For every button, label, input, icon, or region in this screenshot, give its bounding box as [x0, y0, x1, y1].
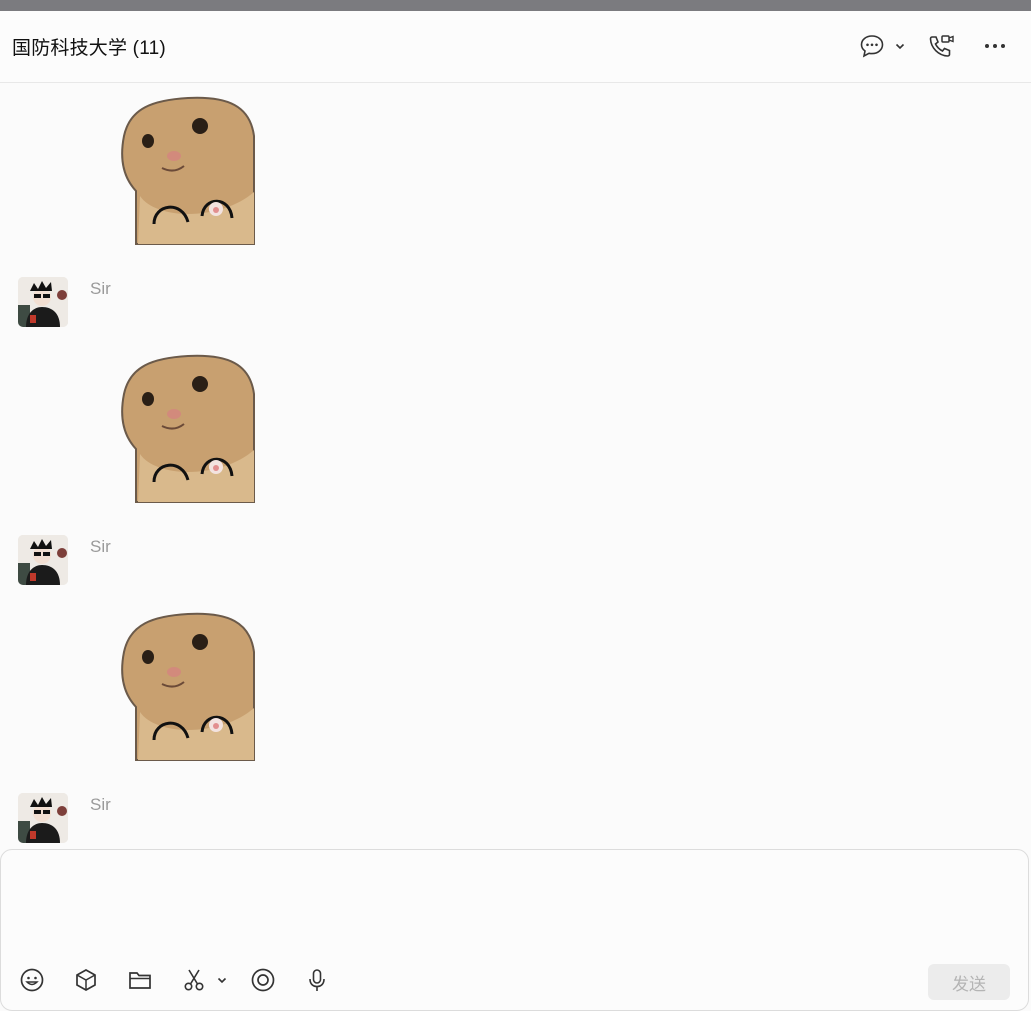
more-dots-icon[interactable] [980, 31, 1010, 61]
window-top-strip [0, 0, 1031, 11]
sender-name: Sir [90, 279, 111, 298]
chat-bubble-icon[interactable] [857, 31, 887, 61]
chevron-down-icon[interactable] [888, 31, 912, 61]
send-button[interactable]: 发送 [928, 964, 1010, 1000]
cat-sticker[interactable] [118, 96, 256, 246]
composer-panel [0, 849, 1029, 1011]
record-icon[interactable] [249, 966, 277, 994]
emoji-icon[interactable] [18, 966, 46, 994]
cat-sticker[interactable] [118, 354, 256, 504]
chat-title: 国防科技大学 (11) [12, 38, 166, 59]
avatar[interactable] [18, 793, 68, 843]
chat-header: 国防科技大学 (11) [0, 11, 1031, 83]
avatar[interactable] [18, 277, 68, 327]
phone-video-icon[interactable] [926, 31, 956, 61]
cat-sticker[interactable] [118, 612, 256, 762]
microphone-icon[interactable] [303, 966, 331, 994]
scissors-icon[interactable] [180, 966, 208, 994]
folder-icon[interactable] [126, 966, 154, 994]
sender-name: Sir [90, 795, 111, 814]
message-list[interactable]: Sir Sir Sir [0, 83, 1031, 849]
message-sender-row: Sir [18, 535, 618, 587]
message-sender-row: Sir [18, 277, 618, 329]
message-sender-row: Sir [18, 793, 618, 845]
sender-name: Sir [90, 537, 111, 556]
chevron-down-icon[interactable] [212, 966, 232, 994]
box-icon[interactable] [72, 966, 100, 994]
message-input[interactable] [15, 864, 1009, 958]
avatar[interactable] [18, 535, 68, 585]
